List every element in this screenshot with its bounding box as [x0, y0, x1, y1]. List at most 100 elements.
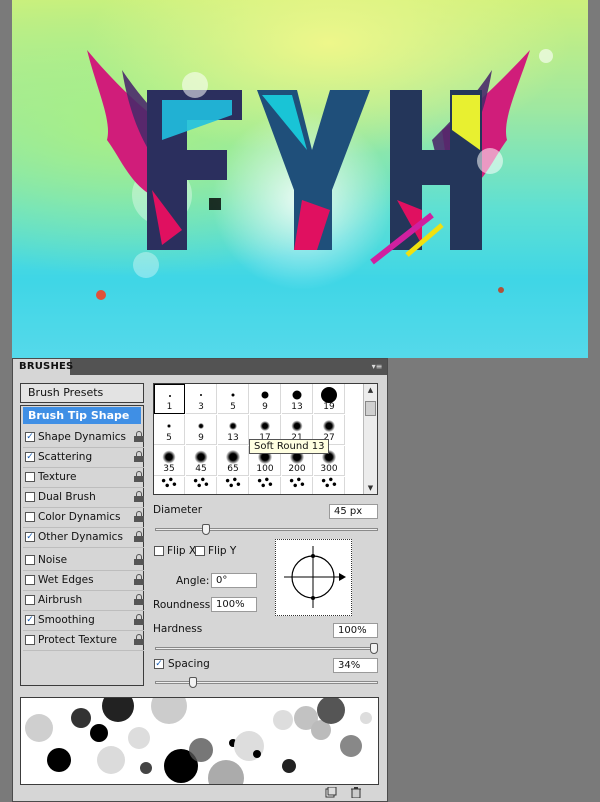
lock-icon[interactable]: [134, 554, 144, 565]
brush-tip-dot: [198, 423, 204, 429]
brush-option-protect-texture[interactable]: Protect Texture: [23, 630, 145, 650]
brush-cell[interactable]: 5: [154, 415, 185, 445]
brush-option-wet-edges[interactable]: Wet Edges: [23, 570, 145, 590]
option-checkbox[interactable]: [25, 492, 35, 502]
brush-tip-shape-item[interactable]: Brush Tip Shape: [23, 407, 141, 424]
option-label: Texture: [38, 471, 77, 483]
lock-icon[interactable]: [134, 531, 144, 542]
brush-option-dual-brush[interactable]: Dual Brush: [23, 487, 145, 507]
lock-icon[interactable]: [134, 491, 144, 502]
diameter-slider-thumb[interactable]: [202, 524, 211, 535]
brush-option-smoothing[interactable]: ✓ Smoothing: [23, 610, 145, 630]
option-checkbox[interactable]: ✓: [25, 432, 35, 442]
option-checkbox[interactable]: [25, 595, 35, 605]
brush-cell[interactable]: 13: [282, 384, 313, 414]
brush-option-color-dynamics[interactable]: Color Dynamics: [23, 507, 145, 527]
option-checkbox[interactable]: [25, 512, 35, 522]
diameter-slider[interactable]: [155, 528, 378, 531]
brush-presets-button[interactable]: Brush Presets: [20, 383, 144, 403]
option-label: Wet Edges: [38, 574, 94, 586]
option-checkbox[interactable]: ✓: [25, 615, 35, 625]
brush-tip-dot: [291, 420, 303, 432]
scatter-brush-thumbnail: [192, 477, 210, 489]
brush-cell[interactable]: 5: [218, 384, 249, 414]
brush-cell-scatter[interactable]: [186, 477, 217, 494]
brush-tip-dot: [194, 450, 208, 464]
brush-size-label: 3: [198, 402, 204, 412]
spacing-checkbox[interactable]: ✓: [154, 659, 164, 669]
diameter-label: Diameter: [153, 504, 203, 516]
scatter-brush-thumbnail: [224, 477, 242, 489]
option-checkbox[interactable]: [25, 575, 35, 585]
lock-icon[interactable]: [134, 511, 144, 522]
flip-y-checkbox[interactable]: [195, 546, 205, 556]
option-checkbox[interactable]: ✓: [25, 452, 35, 462]
brush-option-texture[interactable]: Texture: [23, 467, 145, 487]
angle-field[interactable]: 0°: [211, 573, 257, 588]
lock-icon[interactable]: [134, 634, 144, 645]
brush-cell[interactable]: 9: [250, 384, 281, 414]
brush-tip-dot: [260, 421, 270, 431]
hardness-field[interactable]: 100%: [333, 623, 378, 638]
hardness-slider[interactable]: [155, 647, 378, 650]
brush-cell-scatter[interactable]: [282, 477, 313, 494]
brush-stroke-preview: [20, 697, 379, 785]
brush-option-airbrush[interactable]: Airbrush: [23, 590, 145, 610]
diameter-field[interactable]: 45 px: [329, 504, 378, 519]
brush-cell[interactable]: 9: [186, 415, 217, 445]
option-checkbox[interactable]: [25, 472, 35, 482]
lock-icon[interactable]: [134, 451, 144, 462]
angle-label: Angle:: [176, 575, 210, 587]
new-brush-icon[interactable]: [325, 786, 337, 798]
brush-cell-scatter[interactable]: [314, 477, 345, 494]
hardness-slider-thumb[interactable]: [370, 643, 378, 654]
panel-menu-icon[interactable]: ▾≡: [370, 361, 384, 372]
lock-icon[interactable]: [134, 614, 144, 625]
brush-cell[interactable]: 35: [154, 446, 185, 476]
brush-cell[interactable]: 65: [218, 446, 249, 476]
spacing-field[interactable]: 34%: [333, 658, 378, 673]
option-checkbox[interactable]: ✓: [25, 532, 35, 542]
brush-option-shape-dynamics[interactable]: ✓ Shape Dynamics: [23, 427, 145, 447]
lock-icon[interactable]: [134, 594, 144, 605]
brush-cell-scatter[interactable]: [250, 477, 281, 494]
flip-x-checkbox[interactable]: [154, 546, 164, 556]
scroll-thumb[interactable]: [365, 401, 376, 416]
brush-size-label: 19: [323, 402, 335, 412]
option-label: Smoothing: [38, 614, 95, 626]
spacing-slider-thumb[interactable]: [189, 677, 198, 688]
option-checkbox[interactable]: [25, 555, 35, 565]
lock-icon[interactable]: [134, 471, 144, 482]
option-divider: [23, 547, 144, 548]
lock-icon[interactable]: [134, 574, 144, 585]
trash-icon[interactable]: [350, 787, 362, 799]
lock-icon[interactable]: [134, 431, 144, 442]
roundness-field[interactable]: 100%: [211, 597, 257, 612]
hardness-label: Hardness: [153, 623, 203, 635]
brush-cell[interactable]: 13: [218, 415, 249, 445]
scroll-down-icon[interactable]: ▼: [364, 482, 377, 494]
brush-cell[interactable]: 45: [186, 446, 217, 476]
brush-size-label: 300: [320, 464, 338, 474]
brush-cell-scatter[interactable]: [218, 477, 249, 494]
brush-cell-scatter[interactable]: [154, 477, 185, 494]
brush-cell[interactable]: 1: [154, 384, 185, 414]
brush-size-label: 9: [198, 433, 204, 443]
angle-roundness-widget[interactable]: [275, 539, 352, 616]
brush-option-noise[interactable]: Noise: [23, 550, 145, 570]
brush-tip-dot: [323, 420, 335, 432]
brush-tip-dot: [231, 393, 235, 397]
brush-cell[interactable]: 3: [186, 384, 217, 414]
tab-brushes[interactable]: BRUSHES: [13, 359, 73, 375]
brush-option-scattering[interactable]: ✓ Scattering: [23, 447, 145, 467]
option-checkbox[interactable]: [25, 635, 35, 645]
artwork-illustration: [87, 49, 553, 300]
artwork-canvas[interactable]: [12, 0, 588, 358]
brush-grid-scrollbar[interactable]: ▲ ▼: [363, 384, 377, 494]
brush-cell[interactable]: 19: [314, 384, 345, 414]
brush-option-other-dynamics[interactable]: ✓ Other Dynamics: [23, 527, 145, 547]
brush-size-label: 35: [163, 464, 175, 474]
roundness-label: Roundness:: [153, 599, 214, 611]
scatter-brush-thumbnail: [160, 477, 178, 489]
scroll-up-icon[interactable]: ▲: [364, 384, 377, 396]
